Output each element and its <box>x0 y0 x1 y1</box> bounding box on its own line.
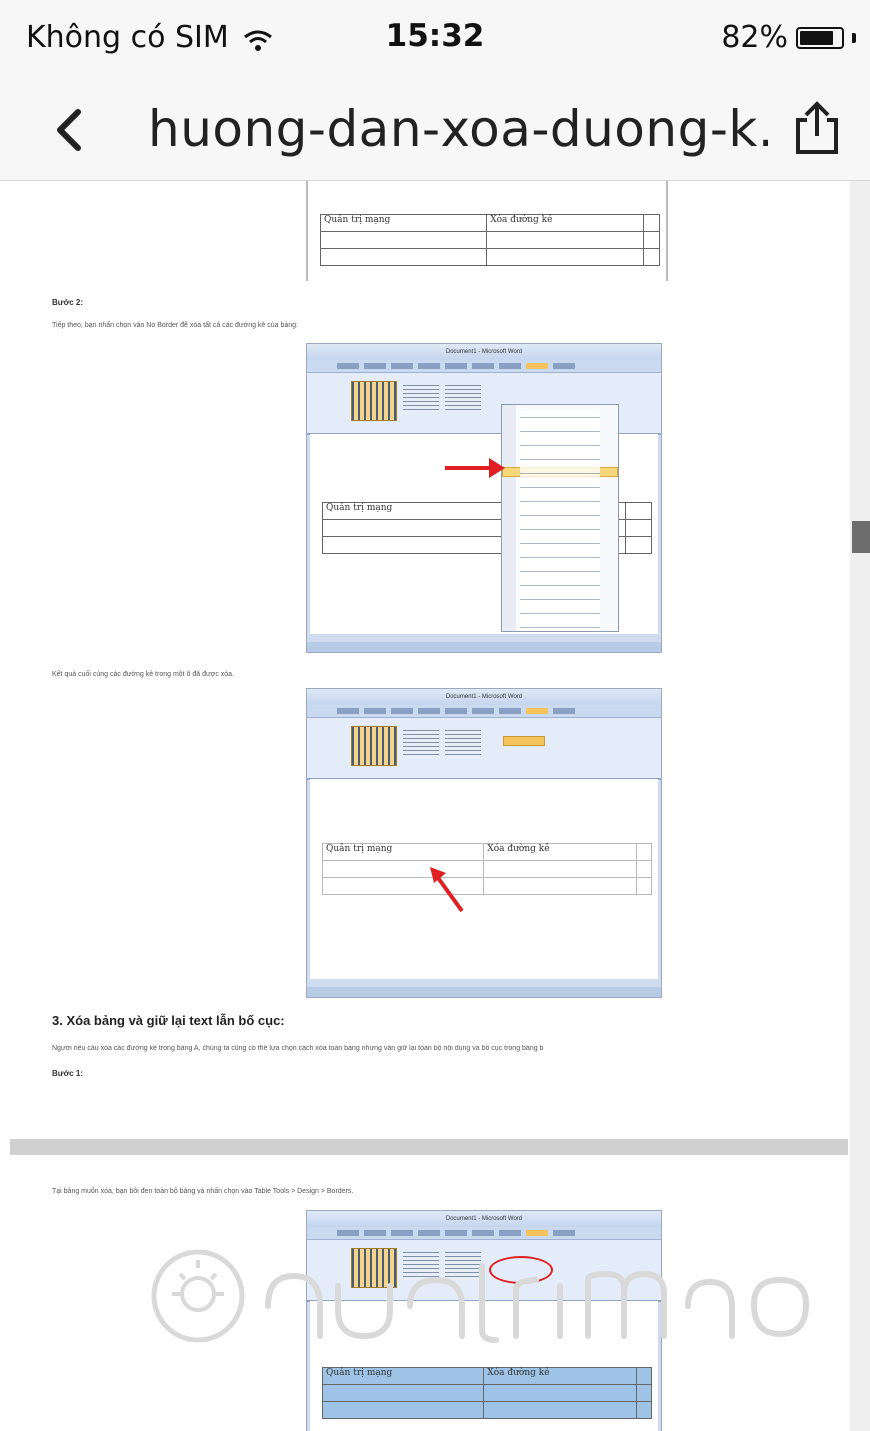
word-table-selected: Quản trị mạng Xóa đường kẻ <box>321 1367 653 1419</box>
scrollbar[interactable] <box>850 181 870 1431</box>
red-arrow-icon <box>445 458 505 478</box>
word-ribbon <box>307 1240 661 1302</box>
article-image-no-border-menu: Document1 - Microsoft Word Quản trị mạng <box>306 343 662 653</box>
page-title: huong-dan-xoa-duong-k... <box>148 100 768 158</box>
table-header-cell: Xóa đường kẻ <box>483 843 637 861</box>
table-style-icon <box>351 726 397 766</box>
step1-label: Bước 1: <box>52 1069 84 1078</box>
status-bar: Không có SIM 15:32 82% <box>0 0 870 80</box>
table-style-list <box>403 730 439 758</box>
word-statusbar <box>307 642 661 652</box>
article-image-select-table: Document1 - Microsoft Word Quản trị mạng… <box>306 1210 662 1431</box>
word-document-area: Quản trị mạng Xóa đường kẻ <box>310 779 658 979</box>
table-header-cell: Quản trị mạng <box>321 1367 485 1385</box>
word-window-title: Document1 - Microsoft Word <box>307 1211 661 1227</box>
battery-icon <box>796 26 844 49</box>
table-header-cell: Xóa đường kẻ <box>483 1367 637 1385</box>
table-header-cell: Xóa đường kẻ <box>486 214 645 232</box>
share-button[interactable] <box>792 98 842 158</box>
word-document-area: Quản trị mạng Xóa đường kẻ <box>310 1301 658 1431</box>
status-battery-group: 82% <box>721 20 856 55</box>
divider-band <box>10 1139 848 1155</box>
table-header-cell: Quản trị mạng <box>319 214 488 232</box>
word-ribbon-tabs <box>307 360 661 373</box>
article-image-top-table: Quản trị mạng Xóa đường kẻ <box>306 181 668 281</box>
section-3-text: Người nếu cầu xóa các đường kẻ trong bản… <box>52 1045 544 1052</box>
table-header-cell: Quản trị mạng <box>321 843 485 861</box>
table-style-list <box>445 730 481 758</box>
step1-text: Tại bảng muốn xóa, bạn bôi đen toàn bộ b… <box>52 1188 354 1195</box>
section-3-heading: 3. Xóa bảng và giữ lại text lẫn bố cục: <box>52 1013 285 1028</box>
battery-percent: 82% <box>721 20 788 55</box>
table-style-list <box>445 1252 481 1280</box>
step2-text: Tiếp theo, bạn nhấn chọn vào No Border đ… <box>52 322 299 329</box>
article-content[interactable]: Quản trị mạng Xóa đường kẻ Bước 2: Tiếp t… <box>0 181 848 1431</box>
word-table: Quản trị mạng Xóa đường kẻ <box>319 214 660 266</box>
word-statusbar <box>307 987 661 997</box>
table-style-icon <box>351 1248 397 1288</box>
word-table: Quản trị mạng Xóa đường kẻ <box>321 843 653 895</box>
share-icon <box>796 101 838 154</box>
nav-bar: huong-dan-xoa-duong-k... <box>0 80 870 181</box>
table-style-list <box>403 385 439 413</box>
word-ribbon-tabs <box>307 705 661 718</box>
battery-tip <box>852 32 856 43</box>
scroll-thumb[interactable] <box>852 521 870 553</box>
borders-button <box>503 736 545 746</box>
battery-fill <box>800 30 833 45</box>
table-style-list <box>445 385 481 413</box>
borders-highlight-circle <box>489 1256 553 1284</box>
step2-label: Bước 2: <box>52 298 84 307</box>
chevron-left-icon <box>57 109 81 151</box>
article-image-result: Document1 - Microsoft Word Quản trị mạng… <box>306 688 662 998</box>
word-window-title: Document1 - Microsoft Word <box>307 689 661 705</box>
result-text: Kết quả cuối cùng các đường kẻ trong một… <box>52 671 234 678</box>
word-window-title: Document1 - Microsoft Word <box>307 344 661 360</box>
table-style-icon <box>351 381 397 421</box>
borders-dropdown-menu <box>501 404 619 632</box>
table-style-list <box>403 1252 439 1280</box>
back-button[interactable] <box>44 102 94 158</box>
word-ribbon-tabs <box>307 1227 661 1240</box>
red-arrow-icon <box>430 867 464 913</box>
word-ribbon <box>307 718 661 780</box>
